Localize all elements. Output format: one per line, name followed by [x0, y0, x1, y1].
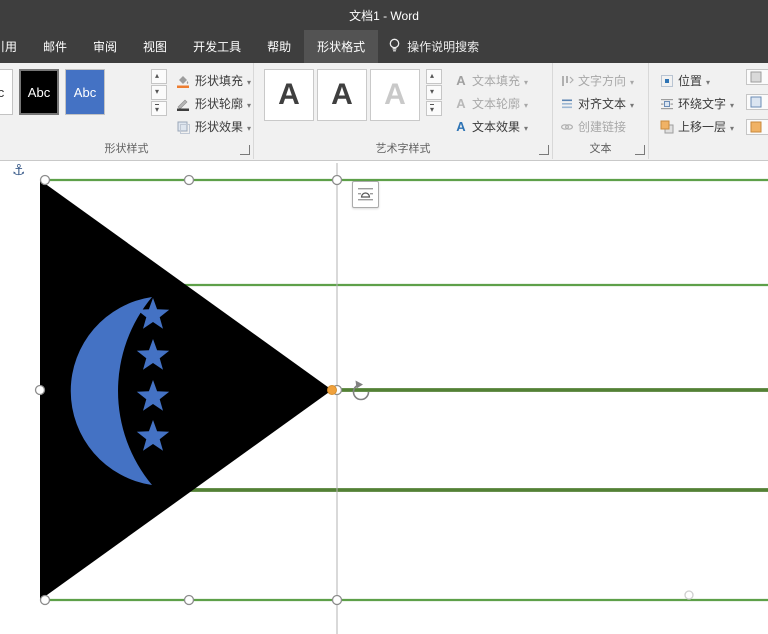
text-outline-button[interactable]: A 文本轮廓: [452, 92, 530, 115]
canvas-resize-handle[interactable]: [684, 590, 694, 600]
layout-options-icon: [358, 188, 373, 201]
shape-outline-button[interactable]: 形状轮廓: [174, 92, 253, 115]
layout-options-button[interactable]: [352, 181, 379, 208]
dropdown-caret: [630, 74, 634, 88]
selection-handle-top-right[interactable]: [331, 174, 343, 186]
group-shape-styles: Abc Abc Abc 形状填充: [0, 63, 254, 159]
align-text-icon: [559, 96, 574, 111]
selection-handle-bottom-right[interactable]: [331, 594, 343, 606]
text-direction-button[interactable]: 文字方向: [557, 69, 636, 92]
document-canvas[interactable]: ⚓: [0, 161, 768, 634]
dropdown-caret: [630, 97, 634, 111]
tab-mailings[interactable]: 邮件: [30, 30, 80, 63]
dropdown-caret: [247, 74, 251, 88]
dropdown-caret: [524, 97, 528, 111]
dialog-launcher-icon[interactable]: [240, 145, 250, 155]
dropdown-caret: [247, 97, 251, 111]
text-effects-icon: A: [456, 119, 466, 134]
cut-button[interactable]: [746, 94, 768, 110]
ribbon: Abc Abc Abc 形状填充: [0, 63, 768, 161]
wrap-text-button[interactable]: 环绕文字: [657, 92, 736, 115]
object-anchor-icon: ⚓: [12, 162, 26, 179]
shape-style-preset[interactable]: Abc: [0, 69, 13, 115]
group-label-shape-styles: 形状样式: [104, 143, 149, 155]
cut-button[interactable]: [746, 119, 768, 135]
wordart-preset[interactable]: A: [317, 69, 367, 121]
create-link-button[interactable]: 创建链接: [557, 115, 636, 138]
text-effects-button[interactable]: A 文本效果: [452, 115, 530, 138]
selection-handle-bottom-left[interactable]: [39, 594, 51, 606]
dropdown-caret: [524, 120, 528, 134]
selection-handle-top-mid[interactable]: [183, 174, 195, 186]
drawing-layer: [34, 163, 768, 634]
tab-developer[interactable]: 开发工具: [180, 30, 254, 63]
bring-forward-icon: [659, 119, 674, 134]
shape-fill-button[interactable]: 形状填充: [174, 69, 253, 92]
tab-help[interactable]: 帮助: [254, 30, 304, 63]
tab-shape-format[interactable]: 形状格式: [304, 30, 379, 63]
text-fill-button[interactable]: A 文本填充: [452, 69, 530, 92]
cut-off-buttons: [746, 69, 768, 135]
wrap-text-icon: [659, 96, 674, 111]
group-label-text: 文本: [589, 143, 612, 155]
lightbulb-icon: [388, 38, 401, 56]
dropdown-caret: [524, 74, 528, 88]
window-title: 文档1 - Word: [349, 8, 419, 23]
selection-handle-top-left[interactable]: [39, 174, 51, 186]
position-button[interactable]: 位置: [657, 69, 736, 92]
dropdown-caret: [247, 120, 251, 134]
shape-effects-icon: [176, 119, 191, 134]
word-window: 文档1 - Word 引用 邮件 审阅 视图 开发工具 帮助 形状格式 操作说明…: [0, 0, 768, 634]
shape-style-preset[interactable]: Abc: [65, 69, 105, 115]
shape-style-gallery: Abc Abc Abc: [0, 69, 148, 115]
cut-button[interactable]: [746, 69, 768, 85]
group-text: 文字方向 对齐文本 创建链接 文本: [553, 63, 649, 159]
paint-bucket-icon: [176, 73, 191, 88]
gallery-scroll-down[interactable]: [150, 85, 167, 100]
gallery-scroll-up[interactable]: [426, 69, 442, 84]
title-bar: 文档1 - Word: [0, 0, 768, 30]
pencil-icon: [176, 96, 191, 111]
search-label: 操作说明搜索: [407, 40, 480, 54]
bring-forward-button[interactable]: 上移一层: [657, 115, 736, 138]
tell-me-search[interactable]: 操作说明搜索: [378, 30, 489, 63]
wordart-preset[interactable]: A: [264, 69, 314, 121]
text-direction-icon: [559, 73, 574, 88]
group-label-wordart: 艺术字样式: [375, 143, 431, 155]
gallery-scroll-down[interactable]: [426, 85, 442, 100]
align-text-button[interactable]: 对齐文本: [557, 92, 636, 115]
tab-review[interactable]: 审阅: [80, 30, 130, 63]
ribbon-tab-bar: 引用 邮件 审阅 视图 开发工具 帮助 形状格式 操作说明搜索: [0, 30, 768, 63]
gallery-more-button[interactable]: [150, 101, 167, 116]
chain-link-icon: [559, 119, 574, 134]
dropdown-caret: [730, 97, 734, 111]
tab-view[interactable]: 视图: [130, 30, 180, 63]
selection-handle-bottom-mid[interactable]: [183, 594, 195, 606]
gallery-scroll: [150, 69, 167, 117]
group-wordart-styles: A A A A 文本填充 A 文本轮廓: [254, 63, 553, 159]
dialog-launcher-icon[interactable]: [635, 145, 645, 155]
gallery-scroll-up[interactable]: [150, 69, 167, 84]
wordart-preset[interactable]: A: [370, 69, 420, 121]
shape-style-preset-selected[interactable]: Abc: [19, 69, 59, 115]
dialog-launcher-icon[interactable]: [539, 145, 549, 155]
position-icon: [659, 73, 674, 88]
tab-references[interactable]: 引用: [0, 30, 30, 63]
gallery-more-button[interactable]: [426, 101, 442, 116]
dropdown-caret: [706, 74, 710, 88]
text-outline-icon: A: [456, 96, 466, 111]
adjustment-handle[interactable]: [327, 385, 337, 395]
dropdown-caret: [730, 120, 734, 134]
wordart-gallery-scroll: [426, 69, 442, 117]
selection-handle-left-mid[interactable]: [34, 384, 46, 396]
shape-effects-button[interactable]: 形状效果: [174, 115, 253, 138]
group-arrange: 位置 环绕文字 上移一层: [649, 63, 768, 159]
text-fill-icon: A: [456, 73, 466, 88]
